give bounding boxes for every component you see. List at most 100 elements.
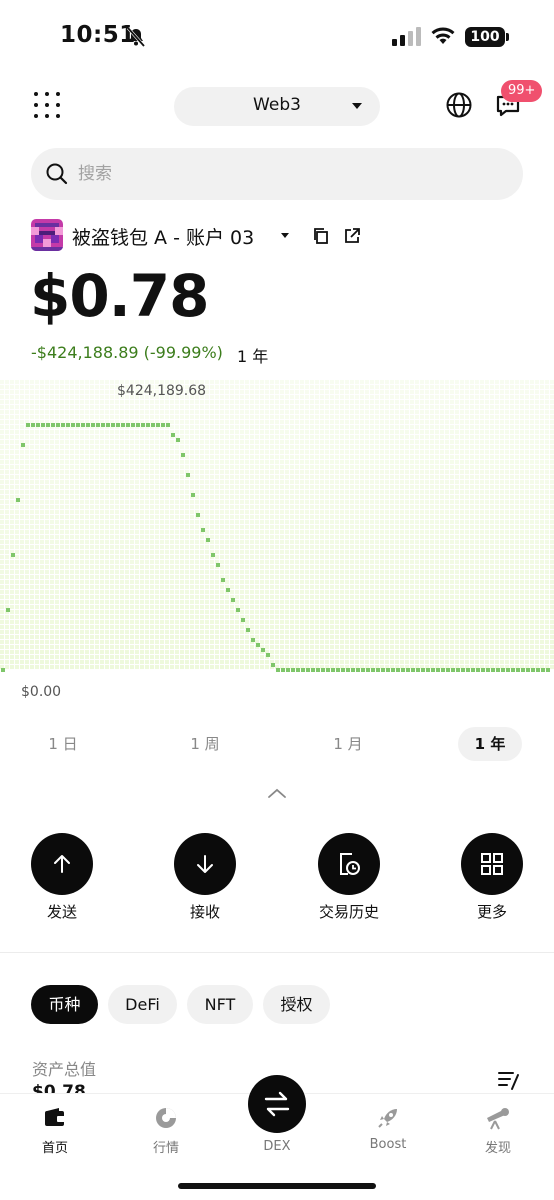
network-label: Web3 [253, 95, 301, 115]
tab-approvals[interactable]: 授权 [263, 985, 330, 1024]
search-bar[interactable] [31, 148, 523, 200]
chart-point [246, 628, 250, 632]
chart-point [96, 423, 100, 427]
nav-boost-label: Boost [369, 1137, 407, 1152]
range-tab-1m[interactable]: 1 月 [316, 727, 380, 761]
chart-point [321, 668, 325, 672]
chart-min-label: $0.00 [21, 684, 62, 700]
chart-point [256, 643, 260, 647]
chart-point [101, 423, 105, 427]
chart-point [411, 668, 415, 672]
account-name[interactable]: 被盗钱包 A - 账户 03 [72, 223, 254, 250]
chart-point [456, 668, 460, 672]
range-tab-1y[interactable]: 1 年 [458, 727, 522, 761]
chart-point [171, 433, 175, 437]
network-selector[interactable]: Web3 [174, 87, 380, 126]
chart-point [56, 423, 60, 427]
copy-icon[interactable] [312, 227, 330, 245]
nav-dex-label: DEX [263, 1139, 291, 1154]
chart-point [341, 668, 345, 672]
bell-muted-icon [126, 27, 146, 47]
wallet-avatar[interactable] [31, 219, 63, 251]
chart-point [26, 423, 30, 427]
chart-point [286, 668, 290, 672]
more-button[interactable]: 更多 [442, 833, 542, 922]
receive-button[interactable]: 接收 [155, 833, 255, 922]
chart-point [271, 663, 275, 667]
chart-point [91, 423, 95, 427]
chart-point [401, 668, 405, 672]
nav-boost[interactable]: Boost [348, 1105, 428, 1152]
chart-point [371, 668, 375, 672]
chart-point [306, 668, 310, 672]
chart-point [261, 648, 265, 652]
chart-point [376, 668, 380, 672]
tab-defi[interactable]: DeFi [108, 985, 177, 1024]
chart-point [131, 423, 135, 427]
chart-point [276, 668, 280, 672]
tab-nft[interactable]: NFT [187, 985, 253, 1024]
chart-point [386, 668, 390, 672]
balance-change: -$424,188.89 (-99.99%) [31, 343, 223, 362]
chart-point [161, 423, 165, 427]
chart-point [146, 423, 150, 427]
range-tab-1w[interactable]: 1 周 [173, 727, 237, 761]
apps-grid-icon[interactable] [34, 92, 60, 118]
send-button[interactable]: 发送 [12, 833, 112, 922]
external-link-icon[interactable] [343, 227, 361, 245]
chart-point [406, 668, 410, 672]
chart-point [496, 668, 500, 672]
chart-point [1, 668, 5, 672]
chart-point [266, 653, 270, 657]
chart-point [126, 423, 130, 427]
chart-point [241, 618, 245, 622]
chart-point [326, 668, 330, 672]
chart-point [111, 423, 115, 427]
range-tab-1d[interactable]: 1 日 [31, 727, 95, 761]
chart-point [211, 553, 215, 557]
nav-discover-label: 发现 [484, 1141, 511, 1156]
chart-point [61, 423, 65, 427]
total-balance: $0.78 [30, 262, 209, 330]
sort-icon[interactable] [497, 1069, 521, 1091]
history-button[interactable]: 交易历史 [299, 833, 399, 922]
chart-point [136, 423, 140, 427]
nav-market[interactable]: 行情 [126, 1105, 206, 1156]
send-label: 发送 [46, 903, 77, 921]
divider [0, 952, 554, 953]
chart-point [491, 668, 495, 672]
nav-home[interactable]: 首页 [15, 1105, 95, 1156]
total-assets-label: 资产总值 [32, 1060, 97, 1079]
more-label: 更多 [476, 903, 507, 921]
chart-point [486, 668, 490, 672]
account-dropdown-icon[interactable] [281, 233, 289, 238]
balance-chart[interactable] [0, 380, 554, 680]
chart-point [526, 668, 530, 672]
search-input[interactable] [78, 148, 498, 200]
nav-home-label: 首页 [41, 1141, 68, 1156]
tab-tokens[interactable]: 币种 [31, 985, 98, 1024]
chart-point [506, 668, 510, 672]
wallet-icon [15, 1105, 95, 1131]
chart-point [426, 668, 430, 672]
chart-point [451, 668, 455, 672]
chart-point [221, 578, 225, 582]
nav-discover[interactable]: 发现 [458, 1105, 538, 1156]
arrow-down-icon [174, 833, 236, 895]
telescope-icon [458, 1105, 538, 1131]
chart-point [16, 498, 20, 502]
chart-point [251, 638, 255, 642]
dex-button[interactable] [248, 1075, 306, 1133]
chart-point [536, 668, 540, 672]
chart-point [121, 423, 125, 427]
search-icon [46, 163, 68, 185]
globe-icon[interactable] [445, 91, 473, 119]
chevron-up-icon[interactable] [267, 787, 287, 799]
chart-point [191, 493, 195, 497]
chart-point [41, 423, 45, 427]
chart-point [446, 668, 450, 672]
chevron-down-icon [352, 103, 362, 109]
chart-point [166, 423, 170, 427]
chart-point [336, 668, 340, 672]
chart-point [461, 668, 465, 672]
